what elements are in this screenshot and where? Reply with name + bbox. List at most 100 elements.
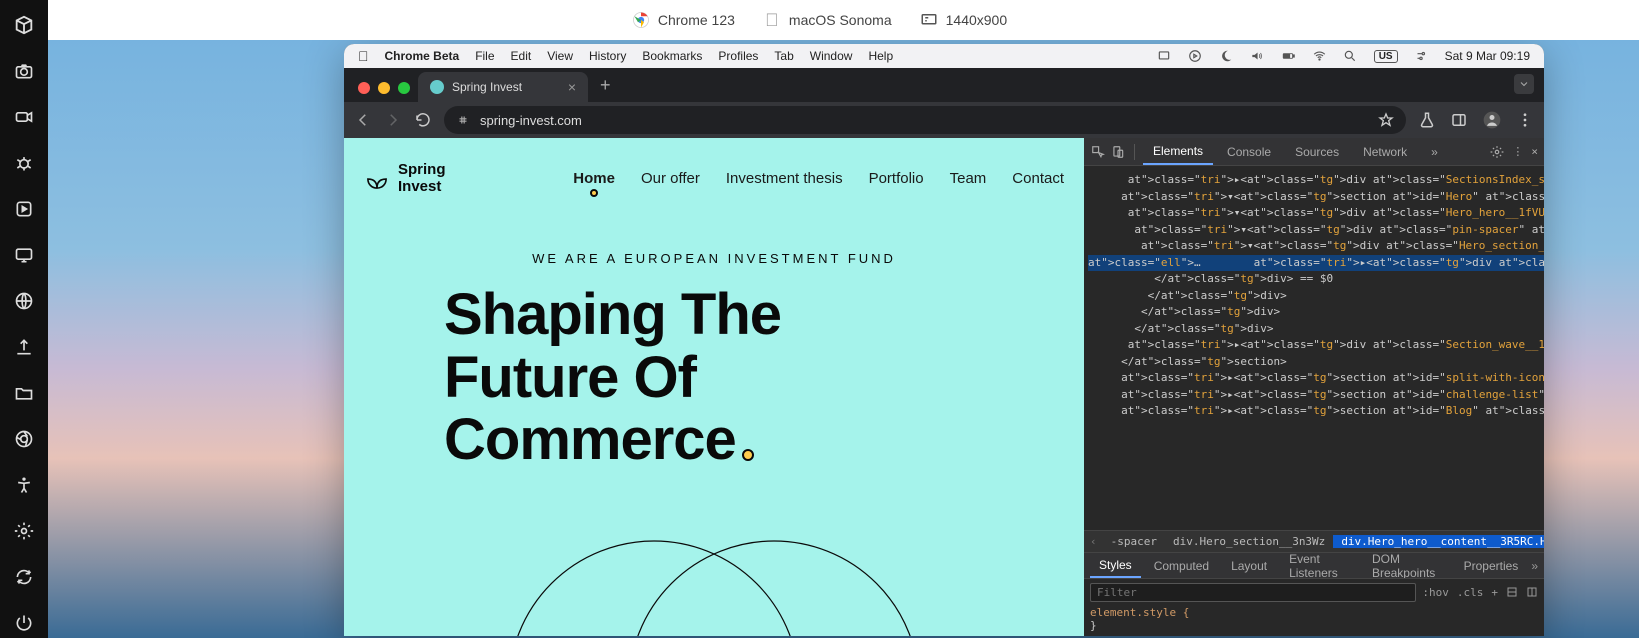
tab-overflow-icon[interactable] xyxy=(1514,74,1534,94)
menubar-clock[interactable]: Sat 9 Mar 09:19 xyxy=(1445,49,1530,63)
app-name[interactable]: Chrome Beta xyxy=(385,49,460,63)
tab-close-icon[interactable]: × xyxy=(568,79,576,95)
chrome-rail-icon[interactable] xyxy=(13,428,35,450)
hero-dot-icon xyxy=(742,449,754,461)
mac-menubar:  Chrome Beta File Edit View History Boo… xyxy=(344,44,1544,68)
inspect-icon[interactable] xyxy=(1090,144,1106,160)
screenshare-icon[interactable] xyxy=(1157,49,1172,64)
play-status-icon[interactable] xyxy=(1188,49,1203,64)
computed-panel-icon[interactable] xyxy=(1526,586,1538,599)
crumb-item[interactable]: div.Hero_section__3n3Wz xyxy=(1165,535,1333,548)
site-info-icon[interactable] xyxy=(456,113,470,127)
battery-icon[interactable] xyxy=(1281,49,1296,64)
devtools-menu-icon[interactable]: ⋮ xyxy=(1512,145,1523,158)
moon-icon[interactable] xyxy=(1219,49,1234,64)
webpage-viewport[interactable]: Spring Invest Home Our offer Investment … xyxy=(344,138,1084,636)
video-icon[interactable] xyxy=(13,106,35,128)
control-center-icon[interactable] xyxy=(1414,49,1429,64)
profile-icon[interactable] xyxy=(1482,110,1502,130)
window-close-icon[interactable] xyxy=(358,82,370,94)
devtools-settings-icon[interactable] xyxy=(1490,145,1504,159)
forward-button[interactable] xyxy=(384,111,402,129)
menu-icon[interactable] xyxy=(1516,111,1534,129)
browser-window:  Chrome Beta File Edit View History Boo… xyxy=(344,44,1544,636)
tab-sources[interactable]: Sources xyxy=(1285,140,1349,164)
resolution-icon xyxy=(920,11,938,29)
subtab-more-icon[interactable]: » xyxy=(1531,559,1538,573)
subtab-computed[interactable]: Computed xyxy=(1145,555,1218,577)
window-minimize-icon[interactable] xyxy=(378,82,390,94)
menu-bookmarks[interactable]: Bookmarks xyxy=(642,49,702,63)
hero-tagline: WE ARE A EUROPEAN INVESTMENT FUND xyxy=(364,251,1064,266)
subtab-layout[interactable]: Layout xyxy=(1222,555,1276,577)
browser-tab[interactable]: Spring Invest × xyxy=(418,72,588,102)
logo-icon[interactable] xyxy=(13,14,35,36)
accessibility-icon[interactable] xyxy=(13,474,35,496)
back-button[interactable] xyxy=(354,111,372,129)
os-chip:  macOS Sonoma xyxy=(763,11,892,29)
labs-icon[interactable] xyxy=(1418,111,1436,129)
wifi-icon[interactable] xyxy=(1312,49,1327,64)
new-style-icon[interactable]: + xyxy=(1491,586,1498,599)
crumb-item[interactable]: -spacer xyxy=(1103,535,1165,548)
nav-team[interactable]: Team xyxy=(950,170,987,187)
nav-portfolio[interactable]: Portfolio xyxy=(869,170,924,187)
display-icon[interactable] xyxy=(13,244,35,266)
upload-icon[interactable] xyxy=(13,336,35,358)
menu-history[interactable]: History xyxy=(589,49,626,63)
tab-network[interactable]: Network xyxy=(1353,140,1417,164)
address-bar[interactable]: spring-invest.com xyxy=(444,106,1406,134)
camera-icon[interactable] xyxy=(13,60,35,82)
hov-toggle[interactable]: :hov xyxy=(1422,586,1449,599)
site-logo[interactable]: Spring Invest xyxy=(364,162,446,195)
menu-window[interactable]: Window xyxy=(810,49,853,63)
subtab-properties[interactable]: Properties xyxy=(1455,555,1528,577)
crumb-scroll-left[interactable]: ‹ xyxy=(1084,535,1103,548)
window-zoom-icon[interactable] xyxy=(398,82,410,94)
apple-icon:  xyxy=(763,11,781,29)
menu-help[interactable]: Help xyxy=(868,49,893,63)
devtools-close-icon[interactable]: × xyxy=(1531,145,1538,158)
menu-profiles[interactable]: Profiles xyxy=(718,49,758,63)
new-tab-button[interactable]: + xyxy=(588,75,623,102)
os-label: macOS Sonoma xyxy=(789,12,892,28)
power-icon[interactable] xyxy=(13,612,35,634)
cls-toggle[interactable]: .cls xyxy=(1457,586,1484,599)
devtools-subtabs: Styles Computed Layout Event Listeners D… xyxy=(1084,552,1544,578)
sync-icon[interactable] xyxy=(13,566,35,588)
folder-icon[interactable] xyxy=(13,382,35,404)
tab-elements[interactable]: Elements xyxy=(1143,139,1213,165)
volume-icon[interactable] xyxy=(1250,49,1265,64)
bookmark-icon[interactable] xyxy=(1378,112,1394,128)
subtab-styles[interactable]: Styles xyxy=(1090,554,1141,578)
resolution-label: 1440x900 xyxy=(946,12,1008,28)
input-source[interactable]: US xyxy=(1374,50,1398,63)
menu-edit[interactable]: Edit xyxy=(511,49,532,63)
globe-icon[interactable] xyxy=(13,290,35,312)
nav-investment-thesis[interactable]: Investment thesis xyxy=(726,170,843,187)
apple-menu-icon[interactable]:  xyxy=(358,49,369,63)
styles-filter-input[interactable] xyxy=(1090,583,1416,602)
settings-icon[interactable] xyxy=(13,520,35,542)
element-style-rule[interactable]: element.style { } xyxy=(1090,606,1538,632)
browser-chip: Chrome 123 xyxy=(632,11,735,29)
resolution-chip: 1440x900 xyxy=(920,11,1008,29)
nav-home[interactable]: Home xyxy=(573,170,615,187)
crumb-item-selected[interactable]: div.Hero_hero__content__3R5RC.Hero_m__3a… xyxy=(1333,535,1544,548)
window-controls xyxy=(354,82,418,102)
menu-tab[interactable]: Tab xyxy=(774,49,793,63)
device-icon[interactable] xyxy=(1110,144,1126,160)
search-icon[interactable] xyxy=(1343,49,1358,64)
menu-view[interactable]: View xyxy=(547,49,573,63)
nav-our-offer[interactable]: Our offer xyxy=(641,170,700,187)
menu-file[interactable]: File xyxy=(475,49,494,63)
bug-icon[interactable] xyxy=(13,152,35,174)
elements-dom-tree[interactable]: at">class="tri">▸<at">class="tg">div at"… xyxy=(1084,166,1544,530)
reload-button[interactable] xyxy=(414,111,432,129)
styles-panel-icon[interactable] xyxy=(1506,586,1518,599)
side-panel-icon[interactable] xyxy=(1450,111,1468,129)
tab-more-icon[interactable]: » xyxy=(1421,140,1448,164)
tab-console[interactable]: Console xyxy=(1217,140,1281,164)
nav-contact[interactable]: Contact xyxy=(1012,170,1064,187)
play-icon[interactable] xyxy=(13,198,35,220)
